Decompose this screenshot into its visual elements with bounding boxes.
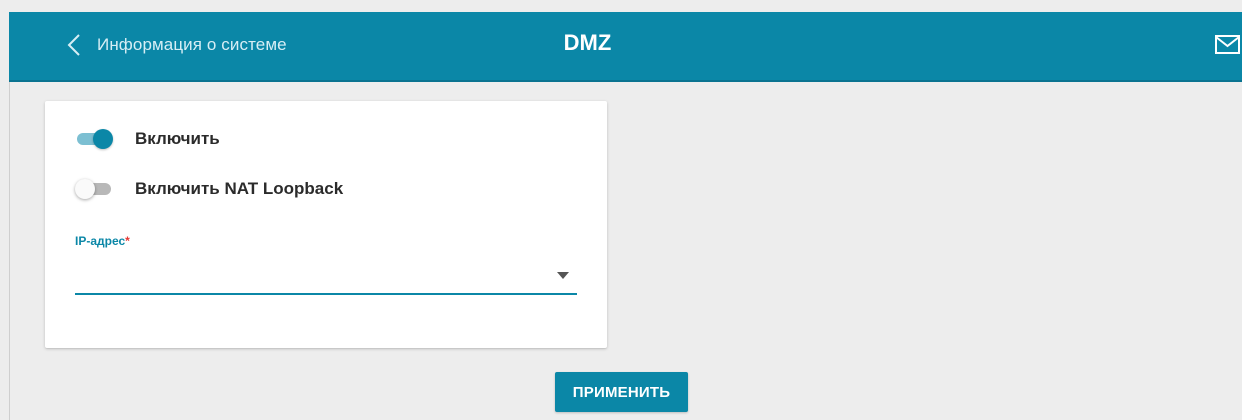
nat-loopback-toggle-row[interactable]: Включить NAT Loopback xyxy=(75,178,343,200)
ip-address-select[interactable] xyxy=(75,255,577,295)
nat-loopback-toggle[interactable] xyxy=(75,178,113,200)
top-bar: Информация о системе DMZ xyxy=(9,12,1242,82)
envelope-icon[interactable] xyxy=(1214,34,1242,56)
toggle-thumb xyxy=(93,129,113,149)
ip-address-label: IP-адрес* xyxy=(75,234,130,248)
apply-button[interactable]: ПРИМЕНИТЬ xyxy=(555,372,688,412)
nat-loopback-toggle-label: Включить NAT Loopback xyxy=(135,179,344,198)
toggle-thumb xyxy=(75,179,95,199)
enable-toggle-label: Включить xyxy=(135,129,220,148)
caret-down-icon xyxy=(557,272,569,279)
ip-address-label-text: IP-адрес xyxy=(75,234,126,248)
required-mark: * xyxy=(125,234,130,248)
page-title: DMZ xyxy=(563,30,612,55)
enable-toggle[interactable] xyxy=(75,128,113,150)
dmz-settings-card: Включить Включить NAT Loopback IP-адрес* xyxy=(45,101,607,348)
enable-toggle-row[interactable]: Включить xyxy=(75,128,220,150)
